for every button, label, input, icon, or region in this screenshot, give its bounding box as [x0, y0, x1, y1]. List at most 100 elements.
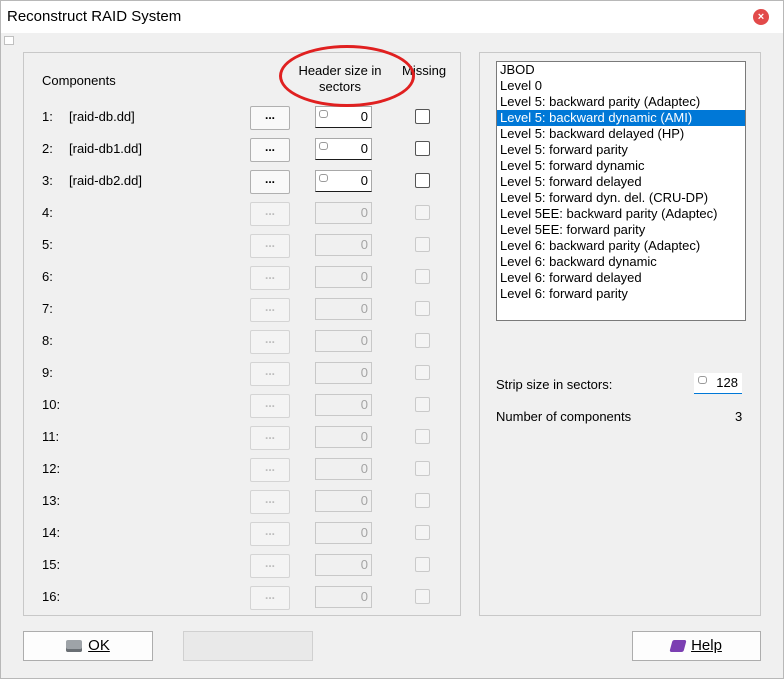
raid-level-item[interactable]: Level 5: backward delayed (HP) [497, 126, 745, 142]
browse-button[interactable]: ... [250, 330, 290, 354]
header-size-input[interactable]: 0 [315, 202, 372, 224]
disk-stack-icon [66, 640, 83, 653]
close-button[interactable]: × [753, 9, 769, 25]
component-number: 6: [42, 269, 53, 284]
raid-level-item[interactable]: Level 5EE: forward parity [497, 222, 745, 238]
header-size-value: 0 [360, 525, 368, 540]
header-size-value: 0 [360, 141, 368, 156]
missing-checkbox[interactable] [415, 237, 430, 252]
browse-button[interactable]: ... [250, 490, 290, 514]
missing-checkbox[interactable] [415, 461, 430, 476]
components-panel: Components Header size in sectors Missin… [23, 52, 461, 616]
component-number: 5: [42, 237, 53, 252]
header-size-value: 0 [360, 429, 368, 444]
raid-level-item[interactable]: Level 0 [497, 78, 745, 94]
component-number: 13: [42, 493, 61, 508]
raid-level-item[interactable]: JBOD [497, 62, 745, 78]
header-size-value: 0 [360, 301, 368, 316]
ok-label: OK [88, 637, 110, 654]
browse-button[interactable]: ... [250, 202, 290, 226]
raid-level-list[interactable]: JBOD Level 0 Level 5: backward parity (Ada… [496, 61, 746, 321]
disabled-button[interactable] [183, 631, 313, 661]
raid-level-item[interactable]: Level 5: backward dynamic (AMI) [497, 110, 745, 126]
raid-level-item[interactable]: Level 5: forward dynamic [497, 158, 745, 174]
raid-level-item[interactable]: Level 6: backward dynamic [497, 254, 745, 270]
spinner-icon[interactable] [319, 110, 328, 118]
header-size-input[interactable]: 0 [315, 266, 372, 288]
component-row: 6:... 0 [24, 263, 460, 295]
raid-level-item[interactable]: Level 5EE: backward parity (Adaptec) [497, 206, 745, 222]
browse-button[interactable]: ... [250, 586, 290, 610]
header-size-input[interactable]: 0 [315, 138, 372, 160]
raid-level-item[interactable]: Level 5: forward delayed [497, 174, 745, 190]
missing-checkbox[interactable] [415, 525, 430, 540]
browse-button[interactable]: ... [250, 458, 290, 482]
header-size-input[interactable]: 0 [315, 170, 372, 192]
missing-checkbox[interactable] [415, 397, 430, 412]
browse-button[interactable]: ... [250, 138, 290, 162]
raid-level-item[interactable]: Level 6: forward parity [497, 286, 745, 302]
header-size-input[interactable]: 0 [315, 458, 372, 480]
header-size-input[interactable]: 0 [315, 490, 372, 512]
missing-checkbox[interactable] [415, 269, 430, 284]
component-row: 9:... 0 [24, 359, 460, 391]
strip-size-label: Strip size in sectors: [496, 377, 613, 392]
help-button[interactable]: Help [632, 631, 761, 661]
browse-button[interactable]: ... [250, 554, 290, 578]
raid-level-item[interactable]: Level 6: forward delayed [497, 270, 745, 286]
browse-button[interactable]: ... [250, 394, 290, 418]
red-annotation-circle [279, 45, 415, 107]
header-size-input[interactable]: 0 [315, 426, 372, 448]
missing-checkbox[interactable] [415, 301, 430, 316]
header-size-value: 0 [360, 237, 368, 252]
missing-checkbox[interactable] [415, 141, 430, 156]
raid-level-item[interactable]: Level 5: forward parity [497, 142, 745, 158]
header-size-input[interactable]: 0 [315, 522, 372, 544]
header-size-input[interactable]: 0 [315, 586, 372, 608]
dialog-title: Reconstruct RAID System [7, 8, 182, 25]
missing-checkbox[interactable] [415, 205, 430, 220]
resize-grip[interactable] [4, 36, 14, 45]
component-file: [raid-db1.dd] [69, 141, 142, 156]
header-size-input[interactable]: 0 [315, 298, 372, 320]
missing-checkbox[interactable] [415, 365, 430, 380]
browse-button[interactable]: ... [250, 170, 290, 194]
header-size-input[interactable]: 0 [315, 330, 372, 352]
spinner-icon[interactable] [319, 142, 328, 150]
browse-button[interactable]: ... [250, 298, 290, 322]
missing-checkbox[interactable] [415, 557, 430, 572]
component-number: 4: [42, 205, 53, 220]
header-size-input[interactable]: 0 [315, 234, 372, 256]
browse-button[interactable]: ... [250, 522, 290, 546]
strip-size-input[interactable]: 128 [694, 373, 742, 394]
raid-level-item[interactable]: Level 5: forward dyn. del. (CRU-DP) [497, 190, 745, 206]
header-size-input[interactable]: 0 [315, 106, 372, 128]
browse-button[interactable]: ... [250, 362, 290, 386]
component-row: 8:... 0 [24, 327, 460, 359]
raid-level-item[interactable]: Level 5: backward parity (Adaptec) [497, 94, 745, 110]
browse-button[interactable]: ... [250, 234, 290, 258]
ok-button[interactable]: OK [23, 631, 153, 661]
component-number: 10: [42, 397, 61, 412]
browse-button[interactable]: ... [250, 106, 290, 130]
component-row: 13:... 0 [24, 487, 460, 519]
raid-level-item[interactable]: Level 6: backward parity (Adaptec) [497, 238, 745, 254]
header-size-value: 0 [360, 269, 368, 284]
browse-button[interactable]: ... [250, 426, 290, 450]
missing-checkbox[interactable] [415, 589, 430, 604]
browse-button[interactable]: ... [250, 266, 290, 290]
header-size-value: 0 [360, 557, 368, 572]
number-of-components-value: 3 [735, 409, 743, 424]
missing-checkbox[interactable] [415, 429, 430, 444]
missing-checkbox[interactable] [415, 493, 430, 508]
spinner-icon[interactable] [698, 376, 707, 384]
missing-checkbox[interactable] [415, 173, 430, 188]
header-size-input[interactable]: 0 [315, 362, 372, 384]
component-row: 4:... 0 [24, 199, 460, 231]
missing-checkbox[interactable] [415, 109, 430, 124]
missing-checkbox[interactable] [415, 333, 430, 348]
title-bar: Reconstruct RAID System × [1, 1, 783, 33]
spinner-icon[interactable] [319, 174, 328, 182]
header-size-input[interactable]: 0 [315, 394, 372, 416]
header-size-input[interactable]: 0 [315, 554, 372, 576]
